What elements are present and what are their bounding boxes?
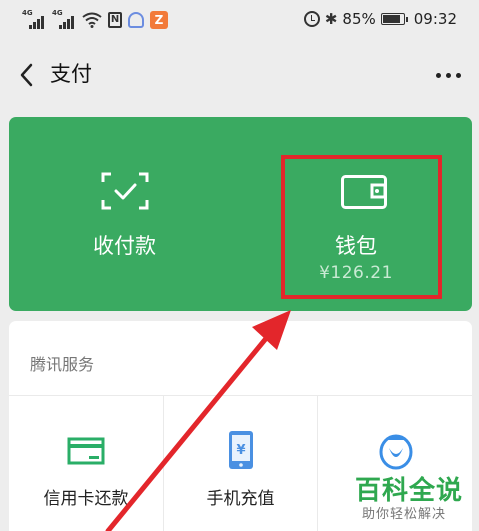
scan-icon — [101, 172, 149, 210]
chevron-left-icon[interactable] — [16, 60, 38, 90]
wifi-icon — [82, 12, 102, 28]
nfc-icon: N — [108, 12, 122, 28]
app-notification-icon: Z — [150, 11, 168, 29]
page-title: 支付 — [50, 62, 92, 86]
svg-text:¥: ¥ — [236, 443, 245, 458]
credit-card-repayment-button[interactable]: 信用卡还款 — [9, 396, 163, 531]
payment-actions-card: 收付款 钱包 ¥126.21 — [9, 117, 472, 311]
wallet-icon — [341, 175, 387, 209]
service-label: 信用卡还款 — [43, 489, 129, 509]
app-notification-icon — [128, 12, 144, 28]
bluetooth-icon: ✱ — [324, 10, 338, 28]
status-left-icons: 4G 4G N Z — [22, 9, 168, 29]
watermark-logo: 百科全说 助你轻松解决 — [355, 470, 473, 528]
battery-fill — [382, 15, 400, 23]
wallet-label: 钱包 — [335, 234, 377, 258]
collect-payment-button[interactable]: 收付款 — [9, 117, 240, 311]
phone-topup-button[interactable]: ¥ 手机充值 — [163, 396, 317, 531]
wallet-button[interactable]: 钱包 ¥126.21 — [240, 117, 472, 311]
battery-percent: 85% — [342, 10, 376, 28]
watermark-sub: 助你轻松解决 — [362, 507, 447, 522]
status-bar: 4G 4G N Z ✱ 85% 09:32 — [0, 0, 479, 42]
service-label: 手机充值 — [206, 489, 275, 509]
collect-payment-label: 收付款 — [93, 234, 156, 258]
credit-card-icon — [67, 437, 105, 465]
signal-icon: 4G — [22, 9, 46, 29]
nav-bar: 支付 — [0, 42, 479, 108]
clock: 09:32 — [413, 10, 457, 28]
watermark-main: 百科全说 — [355, 476, 464, 506]
battery-icon — [380, 13, 408, 25]
signal-icon: 4G — [52, 9, 76, 29]
more-icon[interactable] — [436, 73, 461, 78]
status-right-icons: ✱ 85% 09:32 — [303, 10, 457, 28]
wallet-balance: ¥126.21 — [319, 263, 393, 283]
alarm-icon — [303, 11, 320, 27]
phone-topup-icon: ¥ — [229, 431, 253, 469]
qq-icon — [379, 434, 413, 470]
section-title: 腾讯服务 — [30, 355, 95, 374]
